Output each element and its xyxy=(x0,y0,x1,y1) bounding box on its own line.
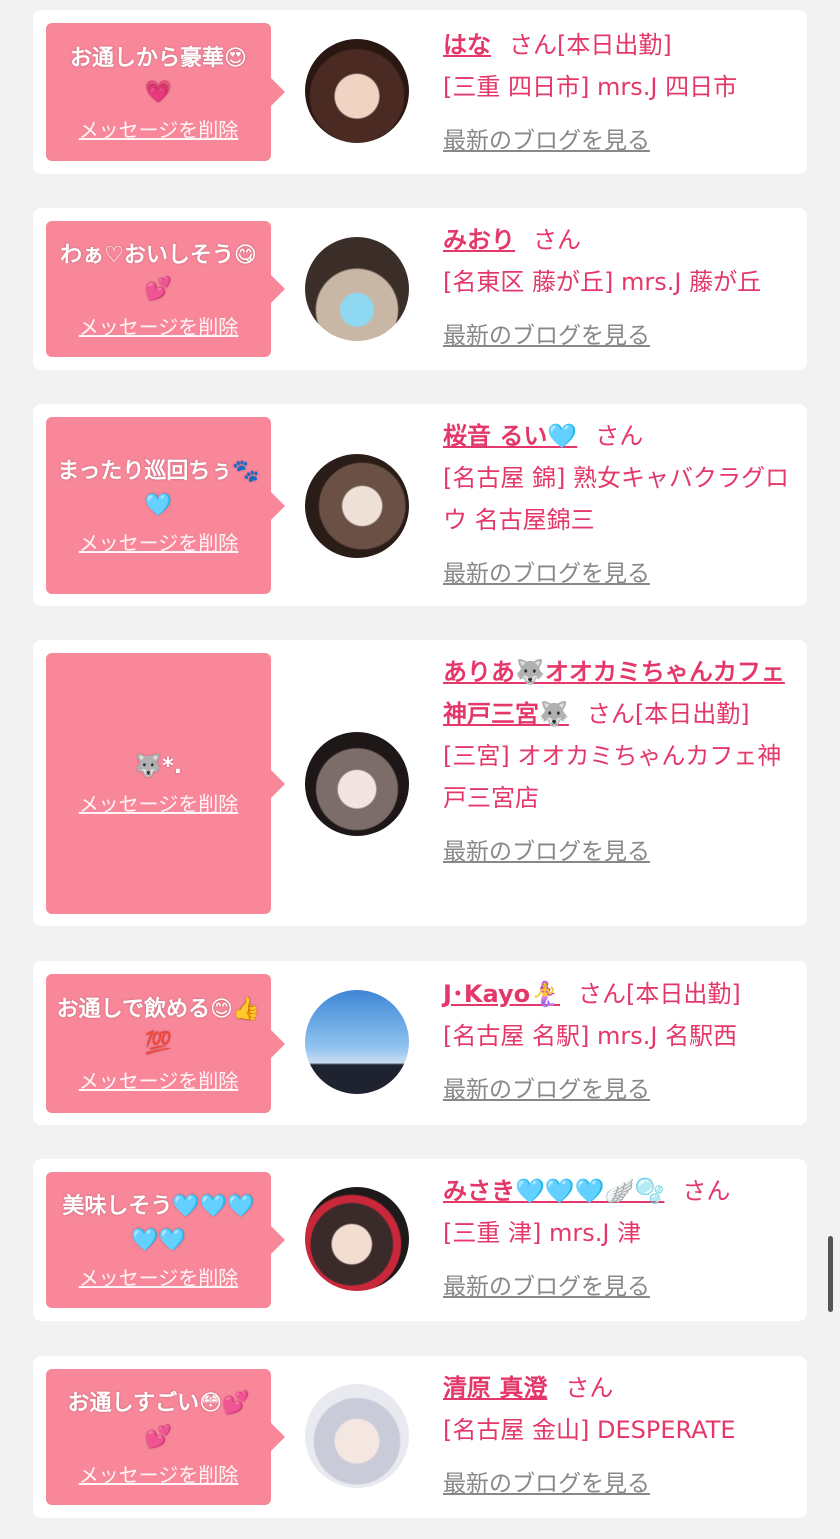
cast-info: みさき🩵🩵🩵🪽🫧 さん [三重 津] mrs.J 津 最新のブログを見る xyxy=(443,1170,795,1308)
honorific: さん xyxy=(509,31,557,59)
latest-blog-link[interactable]: 最新のブログを見る xyxy=(443,1069,650,1111)
message-text: わぁ♡おいしそう😋💕 xyxy=(60,242,257,302)
avatar[interactable] xyxy=(305,1187,409,1291)
shop-location: [三宮] オオカミちゃんカフェ神戸三宮店 xyxy=(443,742,782,812)
message-text: 🐺*. xyxy=(134,754,183,779)
cast-name-link[interactable]: みおり xyxy=(443,226,515,254)
message-card: お通しすごい😳💕💕 メッセージを削除 清原 真澄 さん [名古屋 金山] DESP… xyxy=(33,1356,807,1518)
message-card: わぁ♡おいしそう😋💕 メッセージを削除 みおり さん [名東区 藤が丘] mrs.… xyxy=(33,208,807,370)
attendance-status: [本日出勤] xyxy=(634,700,750,728)
cast-name-link[interactable]: はな xyxy=(443,31,491,59)
message-card: 美味しそう🩵🩵🩵🩵🩵 メッセージを削除 みさき🩵🩵🩵🪽🫧 さん [三重 津] mr… xyxy=(33,1159,807,1321)
cast-info: 清原 真澄 さん [名古屋 金山] DESPERATE 最新のブログを見る xyxy=(443,1367,795,1505)
delete-message-link[interactable]: メッセージを削除 xyxy=(79,311,239,340)
honorific: さん xyxy=(565,1374,614,1402)
delete-message-link[interactable]: メッセージを削除 xyxy=(79,114,239,143)
shop-location: [名古屋 金山] DESPERATE xyxy=(443,1416,736,1444)
avatar[interactable] xyxy=(305,1384,409,1488)
message-card: お通しで飲める😊👍💯 メッセージを削除 J･Kayo🧜‍♀️ さん[本日出勤] [… xyxy=(33,961,807,1125)
message-bubble: お通しから豪華😍💗 メッセージを削除 xyxy=(46,23,285,161)
cast-name-link[interactable]: 桜音 るい🩵 xyxy=(443,422,577,450)
latest-blog-link[interactable]: 最新のブログを見る xyxy=(443,1266,650,1308)
honorific: さん xyxy=(533,226,581,254)
message-text: まったり巡回ちぅ🐾🩵 xyxy=(57,459,260,518)
cast-name-link[interactable]: 清原 真澄 xyxy=(443,1374,547,1402)
latest-blog-link[interactable]: 最新のブログを見る xyxy=(443,315,650,357)
scrollbar[interactable] xyxy=(828,1236,833,1312)
honorific: さん xyxy=(682,1177,731,1205)
shop-location: [三重 四日市] mrs.J 四日市 xyxy=(443,73,738,101)
attendance-status: [本日出勤] xyxy=(626,980,741,1008)
shop-location: [三重 津] mrs.J 津 xyxy=(443,1219,642,1247)
delete-message-link[interactable]: メッセージを削除 xyxy=(79,527,239,556)
cast-info: ありあ🐺オオカミちゃんカフェ神戸三宮🐺 さん[本日出勤] [三宮] オオカミちゃん… xyxy=(443,651,795,873)
latest-blog-link[interactable]: 最新のブログを見る xyxy=(443,553,650,595)
message-text: 美味しそう🩵🩵🩵🩵🩵 xyxy=(62,1193,255,1253)
cast-info: はな さん[本日出勤] [三重 四日市] mrs.J 四日市 最新のブログを見る xyxy=(443,24,795,162)
cast-name-link[interactable]: みさき🩵🩵🩵🪽🫧 xyxy=(443,1177,664,1205)
delete-message-link[interactable]: メッセージを削除 xyxy=(79,1459,239,1488)
attendance-status: [本日出勤] xyxy=(557,31,672,59)
avatar[interactable] xyxy=(305,39,409,143)
avatar[interactable] xyxy=(305,732,409,836)
honorific: さん xyxy=(586,700,635,728)
message-text: お通しで飲める😊👍💯 xyxy=(56,997,261,1056)
latest-blog-link[interactable]: 最新のブログを見る xyxy=(443,831,650,873)
message-bubble: お通しすごい😳💕💕 メッセージを削除 xyxy=(46,1369,285,1505)
message-text: お通しすごい😳💕💕 xyxy=(67,1390,250,1450)
avatar[interactable] xyxy=(305,454,409,558)
delete-message-link[interactable]: メッセージを削除 xyxy=(79,1262,239,1291)
message-bubble: 🐺*. メッセージを削除 xyxy=(46,653,285,914)
message-card: お通しから豪華😍💗 メッセージを削除 はな さん[本日出勤] [三重 四日市] m… xyxy=(33,10,807,174)
cast-info: 桜音 るい🩵 さん [名古屋 錦] 熟女キャバクラグロウ 名古屋錦三 最新のブログ… xyxy=(443,415,795,595)
message-text: お通しから豪華😍💗 xyxy=(70,45,247,105)
honorific: さん xyxy=(595,422,644,450)
avatar[interactable] xyxy=(305,990,409,1094)
shop-location: [名古屋 錦] 熟女キャバクラグロウ 名古屋錦三 xyxy=(443,464,789,534)
latest-blog-link[interactable]: 最新のブログを見る xyxy=(443,1463,650,1505)
message-bubble: お通しで飲める😊👍💯 メッセージを削除 xyxy=(46,974,285,1113)
cast-name-link[interactable]: J･Kayo🧜‍♀️ xyxy=(443,980,560,1008)
message-card: 🐺*. メッセージを削除 ありあ🐺オオカミちゃんカフェ神戸三宮🐺 さん[本日出勤]… xyxy=(33,640,807,926)
latest-blog-link[interactable]: 最新のブログを見る xyxy=(443,120,650,162)
message-bubble: まったり巡回ちぅ🐾🩵 メッセージを削除 xyxy=(46,417,285,594)
message-bubble: わぁ♡おいしそう😋💕 メッセージを削除 xyxy=(46,221,285,357)
delete-message-link[interactable]: メッセージを削除 xyxy=(79,1065,239,1094)
shop-location: [名東区 藤が丘] mrs.J 藤が丘 xyxy=(443,268,762,296)
honorific: さん xyxy=(578,980,626,1008)
delete-message-link[interactable]: メッセージを削除 xyxy=(79,788,239,817)
cast-info: J･Kayo🧜‍♀️ さん[本日出勤] [名古屋 名駅] mrs.J 名駅西 最新… xyxy=(443,973,795,1111)
cast-info: みおり さん [名東区 藤が丘] mrs.J 藤が丘 最新のブログを見る xyxy=(443,219,795,357)
avatar[interactable] xyxy=(305,237,409,341)
message-bubble: 美味しそう🩵🩵🩵🩵🩵 メッセージを削除 xyxy=(46,1172,285,1308)
message-card: まったり巡回ちぅ🐾🩵 メッセージを削除 桜音 るい🩵 さん [名古屋 錦] 熟女キ… xyxy=(33,404,807,606)
shop-location: [名古屋 名駅] mrs.J 名駅西 xyxy=(443,1022,738,1050)
